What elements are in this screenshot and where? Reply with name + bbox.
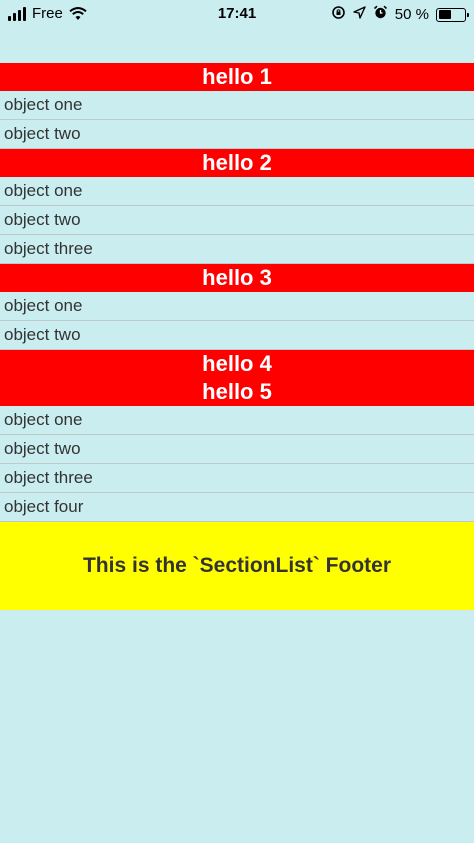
status-bar: Free 17:41 50 % <box>0 0 474 28</box>
list-item[interactable]: object one <box>0 406 474 435</box>
list-item[interactable]: object one <box>0 177 474 206</box>
footer-text: This is the `SectionList` Footer <box>82 554 392 577</box>
location-arrow-icon <box>353 6 366 23</box>
status-right: 50 % <box>331 5 469 24</box>
alarm-clock-icon <box>373 5 388 24</box>
list-item[interactable]: object two <box>0 120 474 149</box>
list-item[interactable]: object one <box>0 292 474 321</box>
section-header: hello 2 <box>0 149 474 177</box>
list-item[interactable]: object two <box>0 435 474 464</box>
rotation-lock-icon <box>331 5 346 24</box>
list-item[interactable]: object one <box>0 91 474 120</box>
list-item[interactable]: object two <box>0 206 474 235</box>
section-header: hello 4 <box>0 350 474 378</box>
battery-icon <box>436 7 469 22</box>
battery-percent: 50 % <box>394 6 429 23</box>
list-item[interactable]: object two <box>0 321 474 350</box>
section-header: hello 1 <box>0 63 474 91</box>
section-header: hello 5 <box>0 378 474 406</box>
list-footer: This is the `SectionList` Footer <box>0 522 474 610</box>
list-item[interactable]: object three <box>0 235 474 264</box>
list-item[interactable]: object four <box>0 493 474 522</box>
screen: Free 17:41 50 % hello 1 object one objec… <box>0 0 474 843</box>
section-list[interactable]: hello 1 object one object two hello 2 object… <box>0 63 474 610</box>
list-item[interactable]: object three <box>0 464 474 493</box>
battery-level-fill <box>438 10 451 19</box>
section-header: hello 3 <box>0 264 474 292</box>
